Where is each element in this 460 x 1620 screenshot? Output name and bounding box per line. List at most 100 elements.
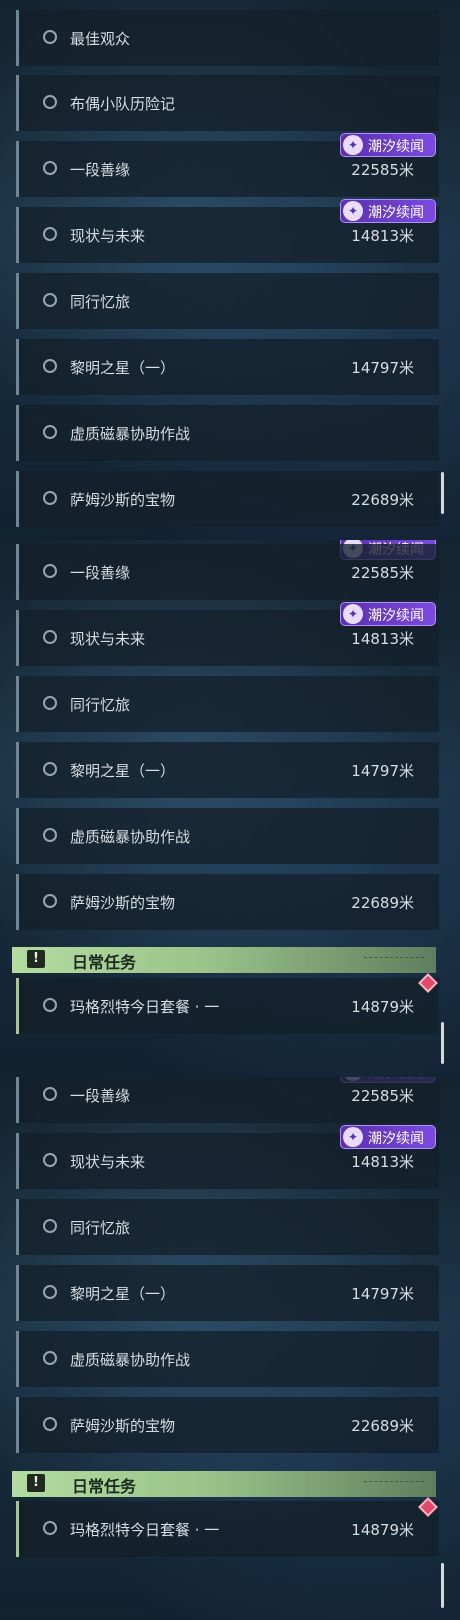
quest-label: 玛格烈特今日套餐 · 一 xyxy=(70,1521,220,1539)
quest-distance: 14813米 xyxy=(351,1153,414,1171)
quest-distance: 14797米 xyxy=(351,762,414,780)
radio-icon[interactable] xyxy=(43,1351,57,1365)
radio-icon[interactable] xyxy=(43,1285,57,1299)
quest-label: 同行忆旅 xyxy=(70,293,131,311)
badge-label: 潮汐续闻 xyxy=(368,205,424,221)
quest-row[interactable]: 黎明之星（一） 14797米 xyxy=(16,1265,439,1321)
quest-label: 虚质磁暴协助作战 xyxy=(70,1351,191,1369)
scrollbar-thumb[interactable] xyxy=(441,1563,444,1608)
quest-row[interactable]: 虚质磁暴协助作战 xyxy=(16,405,439,461)
quest-row[interactable]: 同行忆旅 xyxy=(16,273,439,329)
radio-icon[interactable] xyxy=(43,1219,57,1233)
quest-panel-1: 最佳观众 布偶小队历险记 一段善缘 22585米 ✦ 潮汐续闻 现状与未来 14… xyxy=(0,0,460,540)
radio-icon[interactable] xyxy=(43,425,57,439)
quest-label: 萨姆沙斯的宝物 xyxy=(70,491,176,509)
badge-label: 潮汐续闻 xyxy=(368,608,424,624)
badge-label: 潮汐续闻 xyxy=(368,1131,424,1147)
quest-panel-3: ✦ 潮汐续闻 一段善缘 22585米 现状与未来 14813米 ✦ 潮汐续闻 同… xyxy=(0,1077,460,1620)
header-decoration xyxy=(364,1481,424,1486)
quest-distance: 22585米 xyxy=(351,564,414,582)
quest-row[interactable]: 虚质磁暴协助作战 xyxy=(16,1331,439,1387)
radio-icon[interactable] xyxy=(43,95,57,109)
radio-icon[interactable] xyxy=(43,998,57,1012)
radio-icon[interactable] xyxy=(43,227,57,241)
quest-label: 现状与未来 xyxy=(70,227,146,245)
quest-distance: 14797米 xyxy=(351,359,414,377)
radio-icon[interactable] xyxy=(43,1153,57,1167)
tidal-news-badge: ✦ 潮汐续闻 xyxy=(340,199,436,223)
quest-distance: 14879米 xyxy=(351,998,414,1016)
quest-distance: 22585米 xyxy=(351,1087,414,1105)
quest-row[interactable]: 最佳观众 xyxy=(16,10,439,66)
quest-row[interactable]: 萨姆沙斯的宝物 22689米 xyxy=(16,1397,439,1453)
quest-row[interactable]: 黎明之星（一） 14797米 xyxy=(16,339,439,395)
quest-label: 一段善缘 xyxy=(70,161,131,179)
quest-distance: 14797米 xyxy=(351,1285,414,1303)
quest-row[interactable]: 一段善缘 22585米 xyxy=(16,1077,439,1123)
quest-distance: 22585米 xyxy=(351,161,414,179)
radio-icon[interactable] xyxy=(43,630,57,644)
daily-quest-header[interactable]: ! 日常任务 xyxy=(12,1471,436,1497)
quest-row[interactable]: 同行忆旅 xyxy=(16,676,439,732)
quest-label: 黎明之星（一） xyxy=(70,762,176,780)
tidal-swirl-icon: ✦ xyxy=(343,604,363,624)
badge-label: 潮汐续闻 xyxy=(368,139,424,155)
header-decoration xyxy=(364,957,424,962)
radio-icon[interactable] xyxy=(43,1521,57,1535)
daily-quest-row[interactable]: 玛格烈特今日套餐 · 一 14879米 xyxy=(16,1501,439,1557)
quest-row[interactable]: 同行忆旅 xyxy=(16,1199,439,1255)
quest-distance: 22689米 xyxy=(351,491,414,509)
quest-label: 虚质磁暴协助作战 xyxy=(70,425,191,443)
quest-label: 同行忆旅 xyxy=(70,1219,131,1237)
radio-icon[interactable] xyxy=(43,1087,57,1101)
quest-distance: 14813米 xyxy=(351,227,414,245)
radio-icon[interactable] xyxy=(43,359,57,373)
quest-label: 虚质磁暴协助作战 xyxy=(70,828,191,846)
radio-icon[interactable] xyxy=(43,894,57,908)
tidal-news-badge: ✦ 潮汐续闻 xyxy=(340,602,436,626)
quest-label: 同行忆旅 xyxy=(70,696,131,714)
quest-distance: 22689米 xyxy=(351,1417,414,1435)
quest-label: 一段善缘 xyxy=(70,1087,131,1105)
tidal-news-badge: ✦ 潮汐续闻 xyxy=(340,133,436,157)
scrollbar-thumb[interactable] xyxy=(441,1022,444,1064)
tidal-swirl-icon: ✦ xyxy=(343,201,363,221)
quest-label: 最佳观众 xyxy=(70,30,131,48)
daily-quest-title: 日常任务 xyxy=(72,1477,137,1496)
quest-label: 玛格烈特今日套餐 · 一 xyxy=(70,998,220,1016)
radio-icon[interactable] xyxy=(43,564,57,578)
quest-label: 萨姆沙斯的宝物 xyxy=(70,894,176,912)
daily-quest-title: 日常任务 xyxy=(72,953,137,972)
quest-row[interactable]: 布偶小队历险记 xyxy=(16,75,439,131)
quest-row[interactable]: 黎明之星（一） 14797米 xyxy=(16,742,439,798)
quest-label: 现状与未来 xyxy=(70,630,146,648)
quest-label: 黎明之星（一） xyxy=(70,1285,176,1303)
radio-icon[interactable] xyxy=(43,161,57,175)
radio-icon[interactable] xyxy=(43,491,57,505)
radio-icon[interactable] xyxy=(43,293,57,307)
quest-row[interactable]: 一段善缘 22585米 xyxy=(16,544,439,600)
tidal-swirl-icon: ✦ xyxy=(343,1127,363,1147)
quest-distance: 22689米 xyxy=(351,894,414,912)
daily-quest-header[interactable]: ! 日常任务 xyxy=(12,947,436,973)
quest-panel-2: ✦ 潮汐续闻 一段善缘 22585米 现状与未来 14813米 ✦ 潮汐续闻 同… xyxy=(0,540,460,1077)
quest-label: 萨姆沙斯的宝物 xyxy=(70,1417,176,1435)
quest-row[interactable]: 萨姆沙斯的宝物 22689米 xyxy=(16,471,439,527)
quest-label: 一段善缘 xyxy=(70,564,131,582)
radio-icon[interactable] xyxy=(43,762,57,776)
radio-icon[interactable] xyxy=(43,30,57,44)
radio-icon[interactable] xyxy=(43,696,57,710)
exclamation-icon: ! xyxy=(27,1474,45,1492)
tidal-news-badge: ✦ 潮汐续闻 xyxy=(340,1125,436,1149)
quest-row[interactable]: 萨姆沙斯的宝物 22689米 xyxy=(16,874,439,930)
radio-icon[interactable] xyxy=(43,1417,57,1431)
daily-quest-row[interactable]: 玛格烈特今日套餐 · 一 14879米 xyxy=(16,978,439,1034)
quest-distance: 14879米 xyxy=(351,1521,414,1539)
tidal-swirl-icon: ✦ xyxy=(343,135,363,155)
radio-icon[interactable] xyxy=(43,828,57,842)
quest-label: 黎明之星（一） xyxy=(70,359,176,377)
scrollbar-thumb[interactable] xyxy=(441,472,444,514)
quest-distance: 14813米 xyxy=(351,630,414,648)
exclamation-icon: ! xyxy=(27,950,45,968)
quest-row[interactable]: 虚质磁暴协助作战 xyxy=(16,808,439,864)
